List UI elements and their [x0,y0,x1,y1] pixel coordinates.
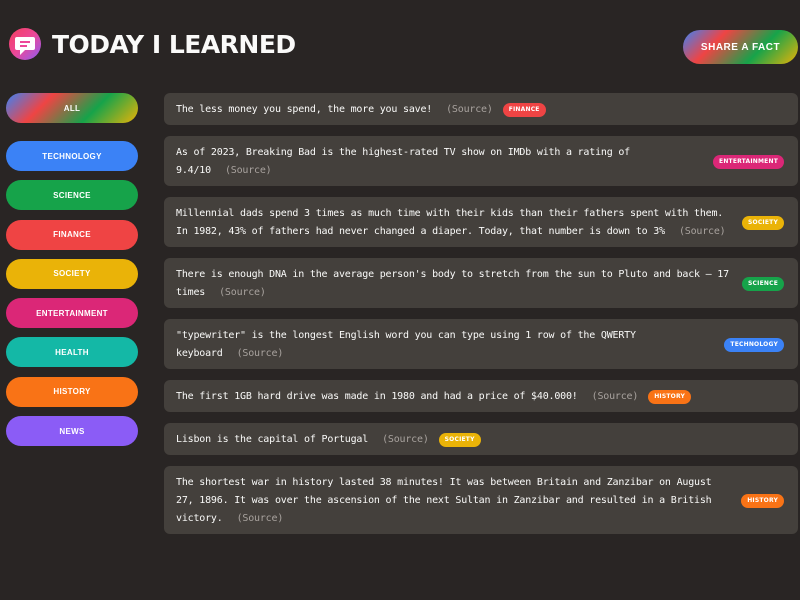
fact-body: There is enough DNA in the average perso… [176,266,742,302]
source-link[interactable]: (Source) [592,391,639,402]
category-item: SCIENCE [6,180,138,211]
category-button-entertainment[interactable]: ENTERTAINMENT [6,298,138,329]
category-button-society[interactable]: SOCIETY [6,258,138,289]
fact-item: The shortest war in history lasted 38 mi… [164,466,798,534]
category-tag: TECHNOLOGY [724,338,784,352]
category-tag: HISTORY [648,390,692,404]
fact-body: Lisbon is the capital of Portugal (Source… [176,431,439,449]
category-button-technology[interactable]: TECHNOLOGY [6,141,138,171]
fact-body: The less money you spend, the more you s… [176,101,503,119]
category-button-finance[interactable]: FINANCE [6,219,138,250]
source-link[interactable]: (Source) [382,434,429,445]
fact-text: Millennial dads spend 3 times as much ti… [176,208,724,237]
category-tag: FINANCE [502,103,546,117]
category-item: ENTERTAINMENT [6,298,138,329]
fact-text: The first 1GB hard drive was made in 198… [176,391,578,402]
source-link[interactable]: (Source) [237,348,284,359]
fact-item: "typewriter" is the longest English word… [164,319,798,369]
fact-body: As of 2023, Breaking Bad is the highest-… [176,144,713,180]
category-sidebar: ALL TECHNOLOGY SCIENCE FINANCE SOCIETY ENTERT… [6,93,138,455]
category-item: HEALTH [6,337,138,368]
category-button-news[interactable]: NEWS [6,416,138,447]
fact-item: The less money you spend, the more you s… [164,93,798,125]
category-tag: SOCIETY [742,216,784,230]
fact-item: There is enough DNA in the average perso… [164,258,798,308]
category-item: SOCIETY [6,258,138,289]
fact-body: The shortest war in history lasted 38 mi… [176,474,741,528]
category-tag: SOCIETY [438,433,481,447]
fact-text: The less money you spend, the more you s… [176,104,433,115]
app-title: TODAY I LEARNED [52,30,296,59]
category-tag: HISTORY [741,494,784,508]
source-link[interactable]: (Source) [237,513,284,524]
category-button-science[interactable]: SCIENCE [6,180,138,211]
fact-item: The first 1GB hard drive was made in 198… [164,380,798,412]
fact-body: Millennial dads spend 3 times as much ti… [176,205,742,241]
share-fact-button[interactable]: SHARE A FACT [683,30,798,64]
app-header: TODAY I LEARNED SHARE A FACT [0,0,800,92]
category-button-history[interactable]: HISTORY [6,376,138,407]
fact-item: Millennial dads spend 3 times as much ti… [164,197,798,247]
category-button-health[interactable]: HEALTH [6,337,138,368]
category-tag: ENTERTAINMENT [713,155,784,169]
source-link[interactable]: (Source) [679,226,726,237]
category-item: TECHNOLOGY [6,141,138,171]
category-item: ALL [6,93,138,123]
facts-list: The less money you spend, the more you s… [164,93,798,545]
chat-bubble-logo-icon [8,27,42,65]
fact-item: Lisbon is the capital of Portugal (Source… [164,423,798,455]
source-link[interactable]: (Source) [446,104,493,115]
fact-item: As of 2023, Breaking Bad is the highest-… [164,136,798,186]
source-link[interactable]: (Source) [219,287,266,298]
source-link[interactable]: (Source) [225,165,272,176]
category-item: FINANCE [6,219,138,250]
category-item: HISTORY [6,376,138,407]
category-item: NEWS [6,416,138,447]
fact-body: The first 1GB hard drive was made in 198… [176,388,648,406]
fact-text: Lisbon is the capital of Portugal [176,434,369,445]
category-button-all[interactable]: ALL [6,93,138,123]
fact-body: "typewriter" is the longest English word… [176,327,724,363]
category-tag: SCIENCE [742,277,784,291]
